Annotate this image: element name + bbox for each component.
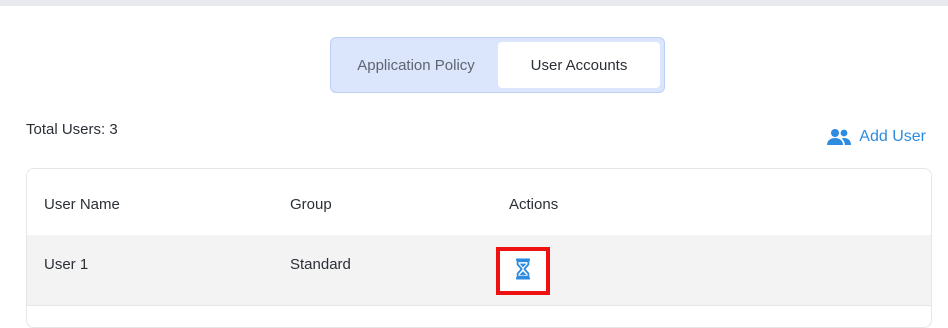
users-table: User Name Group Actions User 1 Standard — [26, 168, 932, 328]
tab-application-policy[interactable]: Application Policy — [335, 42, 497, 88]
total-users-label: Total Users: 3 — [26, 121, 118, 138]
add-user-label: Add User — [859, 128, 926, 145]
cell-user-name: User 1 — [44, 256, 89, 273]
tab-user-accounts[interactable]: User Accounts — [498, 42, 660, 88]
add-user-button[interactable]: Add User — [827, 128, 926, 146]
hourglass-icon — [515, 258, 531, 285]
view-tabs: Application Policy User Accounts — [330, 37, 665, 93]
top-strip — [0, 0, 948, 6]
cell-group: Standard — [290, 256, 351, 273]
header-group: Group — [290, 196, 332, 213]
row-action-button[interactable] — [496, 247, 550, 295]
header-actions: Actions — [509, 196, 559, 213]
header-user-name: User Name — [44, 196, 120, 213]
table-header: User Name Group Actions — [27, 169, 931, 236]
add-user-icon — [827, 128, 852, 146]
table-row: User 1 Standard — [27, 235, 931, 306]
